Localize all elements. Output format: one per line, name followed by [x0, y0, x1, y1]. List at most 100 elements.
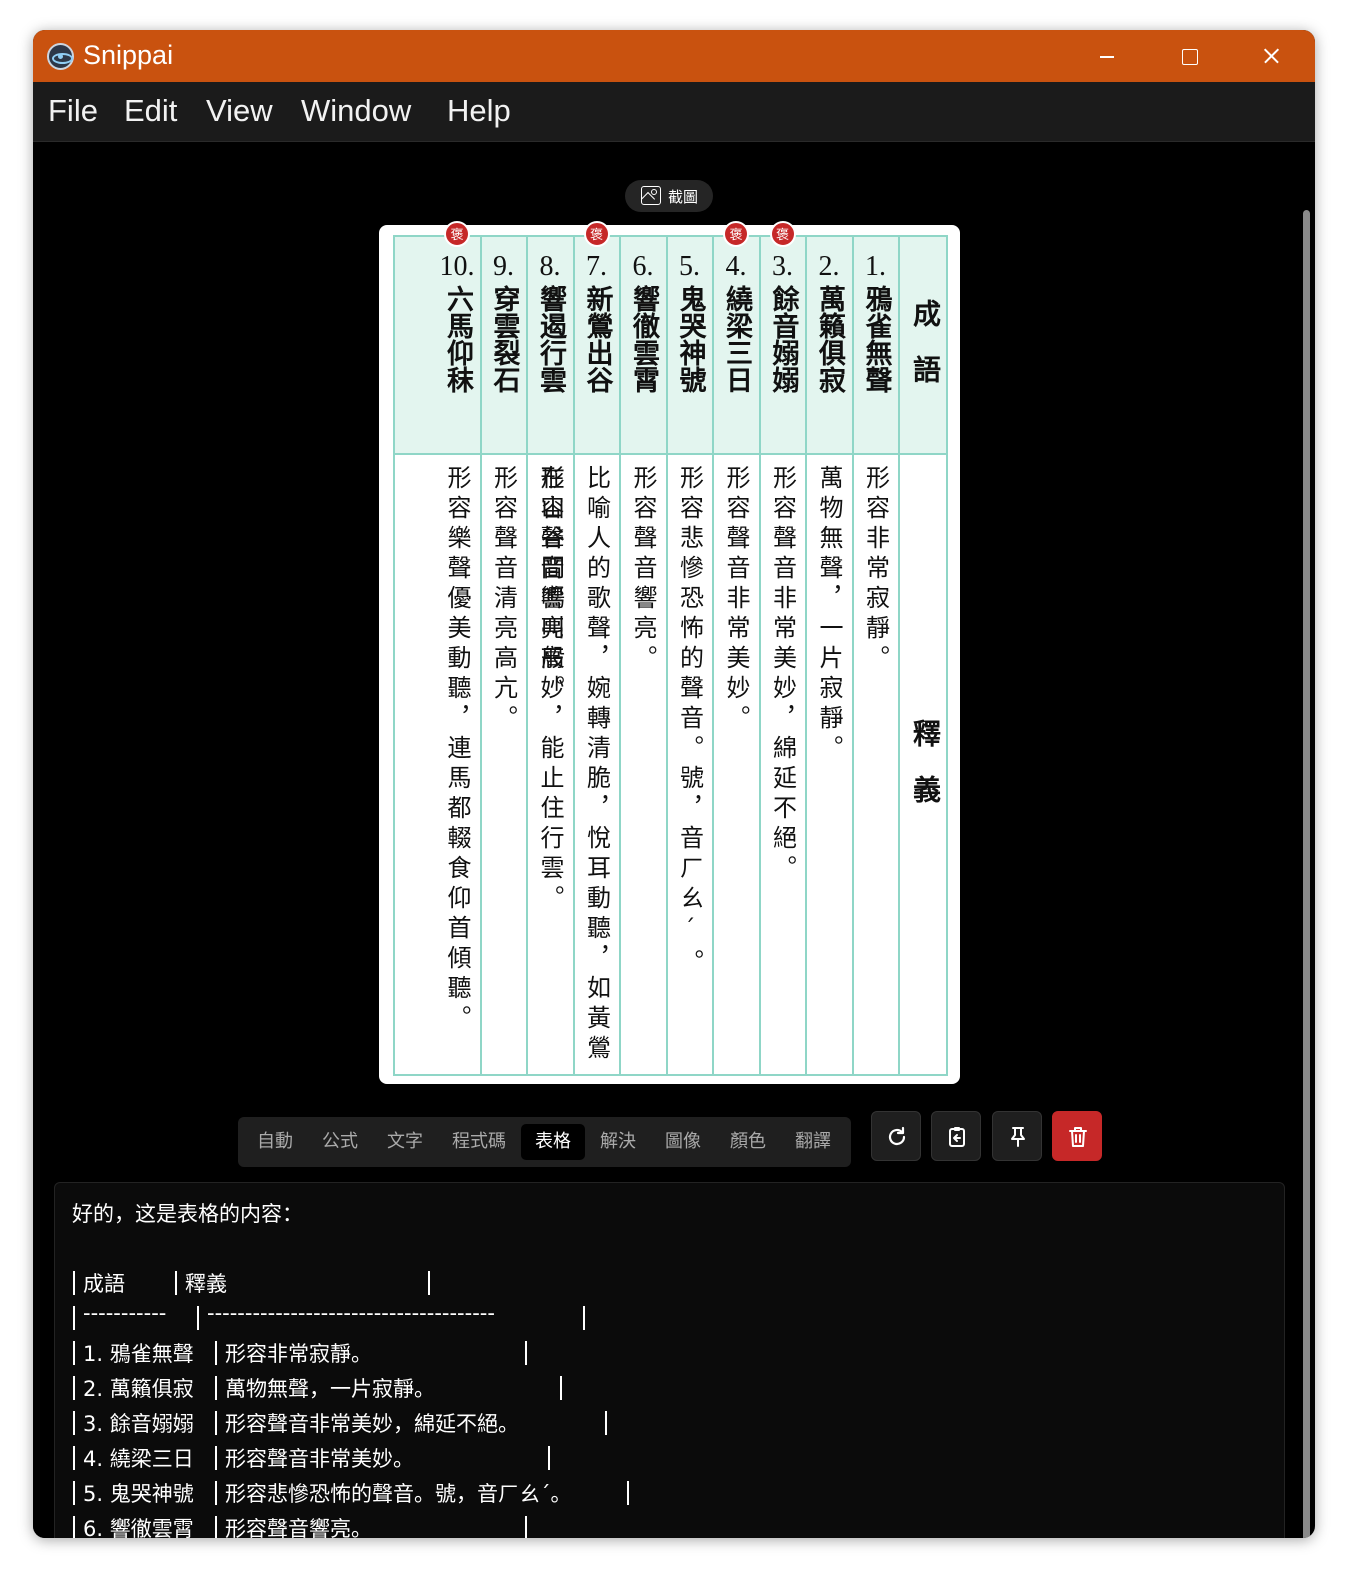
table-pipe	[215, 1481, 217, 1505]
output-header-idiom: 成語	[83, 1272, 125, 1296]
idiom-meaning: 形容聲音響亮高妙，能止住行雲。	[536, 465, 564, 915]
idiom-text: 鴉雀無聲	[860, 285, 892, 393]
idiom-number: 5.	[679, 251, 700, 282]
idiom-text: 萬籟俱寂	[814, 285, 845, 393]
table-pipe	[583, 1306, 585, 1330]
column-divider	[898, 237, 900, 1074]
mode-tab-7[interactable]: 顏色	[716, 1124, 780, 1160]
output-row-idiom: 5. 鬼哭神號	[83, 1482, 194, 1506]
table-pipe	[73, 1271, 75, 1295]
idiom-text: 響遏行雲	[535, 285, 566, 393]
mode-tab-8[interactable]: 翻譯	[781, 1124, 845, 1160]
capture-chip[interactable]: 截圖	[625, 180, 713, 212]
table-pipe	[525, 1516, 527, 1538]
idiom-meaning: 形容悲慘恐怖的聲音。號，音ㄏㄠˊ。	[675, 465, 704, 979]
idiom-text: 穿雲裂石	[488, 285, 520, 393]
output-row-idiom: 3. 餘音嫋嫋	[83, 1412, 194, 1436]
idiom-text: 鬼哭神號	[674, 285, 706, 393]
output-row-meaning: 形容非常寂靜。	[225, 1342, 372, 1366]
idiom-meaning: 形容聲音清亮高亢。	[489, 465, 518, 735]
output-row-meaning: 形容悲慘恐怖的聲音。號，音ㄏㄠˊ。	[225, 1482, 572, 1506]
copy-button[interactable]	[931, 1111, 981, 1161]
minimize-icon[interactable]	[1077, 30, 1137, 82]
delete-button[interactable]	[1052, 1111, 1102, 1161]
output-separator: -----------	[83, 1301, 167, 1325]
idiom-meaning: 形容聲音非常美妙。	[722, 465, 750, 735]
idiom-number: 10.	[439, 251, 475, 282]
table-pipe	[548, 1446, 550, 1470]
pin-button[interactable]	[992, 1111, 1042, 1161]
idiom-number: 9.	[493, 251, 514, 282]
praise-badge: 褒	[583, 221, 610, 247]
mode-tab-5[interactable]: 解決	[586, 1124, 650, 1160]
app-window: Snippai File Edit View Window Help 截圖 成語…	[33, 30, 1315, 1538]
output-row-idiom: 2. 萬籟俱寂	[83, 1377, 194, 1401]
table-pipe	[73, 1516, 75, 1538]
output-intro: 好的，这是表格的内容：	[72, 1202, 303, 1226]
idiom-meaning: 萬物無聲，一片寂靜。	[815, 465, 843, 765]
mode-tab-3[interactable]: 程式碼	[438, 1124, 520, 1160]
idiom-number: 4.	[725, 251, 747, 282]
idiom-meaning: 形容樂聲優美動聽，連馬都輟食仰首傾聽。	[443, 465, 471, 1035]
close-icon[interactable]	[1241, 30, 1301, 82]
mode-tab-1[interactable]: 公式	[308, 1124, 372, 1160]
table-pipe	[215, 1411, 217, 1435]
table-pipe	[525, 1341, 527, 1365]
idiom-number: 8.	[539, 251, 561, 282]
praise-badge: 褒	[444, 221, 470, 247]
table-pipe	[73, 1341, 75, 1365]
app-logo-icon	[47, 43, 74, 70]
idiom-text: 繞梁三日	[721, 285, 752, 393]
menu-file[interactable]: File	[48, 93, 98, 129]
scrollbar[interactable]	[1303, 210, 1310, 1538]
idiom-number: 6.	[632, 251, 654, 282]
menu-view[interactable]: View	[206, 93, 273, 129]
table-pipe	[428, 1271, 430, 1295]
idiom-table: 成語 釋義 1. 鴉雀無聲 形容非常寂靜。 2. 萬籟俱寂 萬物無聲，一片寂靜。 3. 餘音嫋…	[393, 221, 948, 1076]
idiom-meaning: 形容聲音響亮。	[629, 465, 657, 675]
copy-to-clipboard-icon	[949, 1127, 965, 1147]
maximize-icon[interactable]	[1159, 30, 1219, 82]
mode-tab-4[interactable]: 表格	[521, 1124, 585, 1160]
mode-tab-0[interactable]: 自動	[243, 1124, 307, 1160]
output-row-idiom: 1. 鴉雀無聲	[83, 1342, 194, 1366]
captured-image: 成語 釋義 1. 鴉雀無聲 形容非常寂靜。 2. 萬籟俱寂 萬物無聲，一片寂靜。 3. 餘音嫋…	[379, 221, 960, 1084]
capture-label: 截圖	[668, 188, 699, 206]
table-pipe	[215, 1516, 217, 1538]
scroll-thumb[interactable]	[1303, 210, 1310, 1538]
refresh-button[interactable]	[871, 1111, 921, 1161]
idiom-number: 3.	[772, 251, 793, 282]
output-row-meaning: 形容聲音響亮。	[225, 1517, 372, 1538]
menu-window[interactable]: Window	[301, 93, 411, 129]
table-pipe	[605, 1411, 607, 1435]
result-output[interactable]: 好的，这是表格的内容： 成語 釋義 ----------- -------------…	[54, 1182, 1285, 1538]
menu-edit[interactable]: Edit	[124, 93, 177, 129]
table-pipe	[197, 1306, 199, 1330]
menu-help[interactable]: Help	[447, 93, 511, 129]
idiom-text: 六馬仰秣	[442, 285, 473, 393]
mode-tab-2[interactable]: 文字	[373, 1124, 437, 1160]
header-meaning: 釋義	[909, 719, 942, 831]
idiom-number: 2.	[818, 251, 840, 282]
pin-icon	[1011, 1127, 1025, 1147]
table-pipe	[73, 1306, 75, 1330]
trash-icon	[1069, 1127, 1087, 1147]
header-idiom: 成語	[909, 299, 942, 411]
window-title: Snippai	[83, 40, 174, 70]
table-pipe	[73, 1376, 75, 1400]
table-pipe	[215, 1341, 217, 1365]
table-pipe	[560, 1376, 562, 1400]
idiom-meaning: 比喻人的歌聲，婉轉清脆，悅耳動聽，如黃鶯在山谷間鳴叫般。	[536, 465, 611, 1065]
idiom-text: 餘音嫋嫋	[767, 285, 799, 393]
table-pipe	[73, 1446, 75, 1470]
output-header-meaning: 釋義	[185, 1272, 227, 1296]
mode-tab-6[interactable]: 圖像	[651, 1124, 715, 1160]
idiom-meaning: 形容聲音非常美妙，綿延不絕。	[768, 465, 797, 885]
mode-tab-bar: 自動 公式 文字 程式碼 表格 解決 圖像 顏色 翻譯	[238, 1117, 851, 1167]
praise-badge: 褒	[723, 221, 749, 247]
idiom-text: 響徹雲霄	[628, 285, 659, 393]
table-pipe	[175, 1271, 177, 1295]
main-content: 截圖 成語 釋義 1. 鴉雀無聲 形容非常寂靜。 2. 萬籟俱寂 萬物無聲，一片寂靜。 3.…	[33, 142, 1301, 1538]
idiom-number: 7.	[586, 251, 607, 282]
output-row-meaning: 萬物無聲，一片寂靜。	[225, 1377, 435, 1401]
